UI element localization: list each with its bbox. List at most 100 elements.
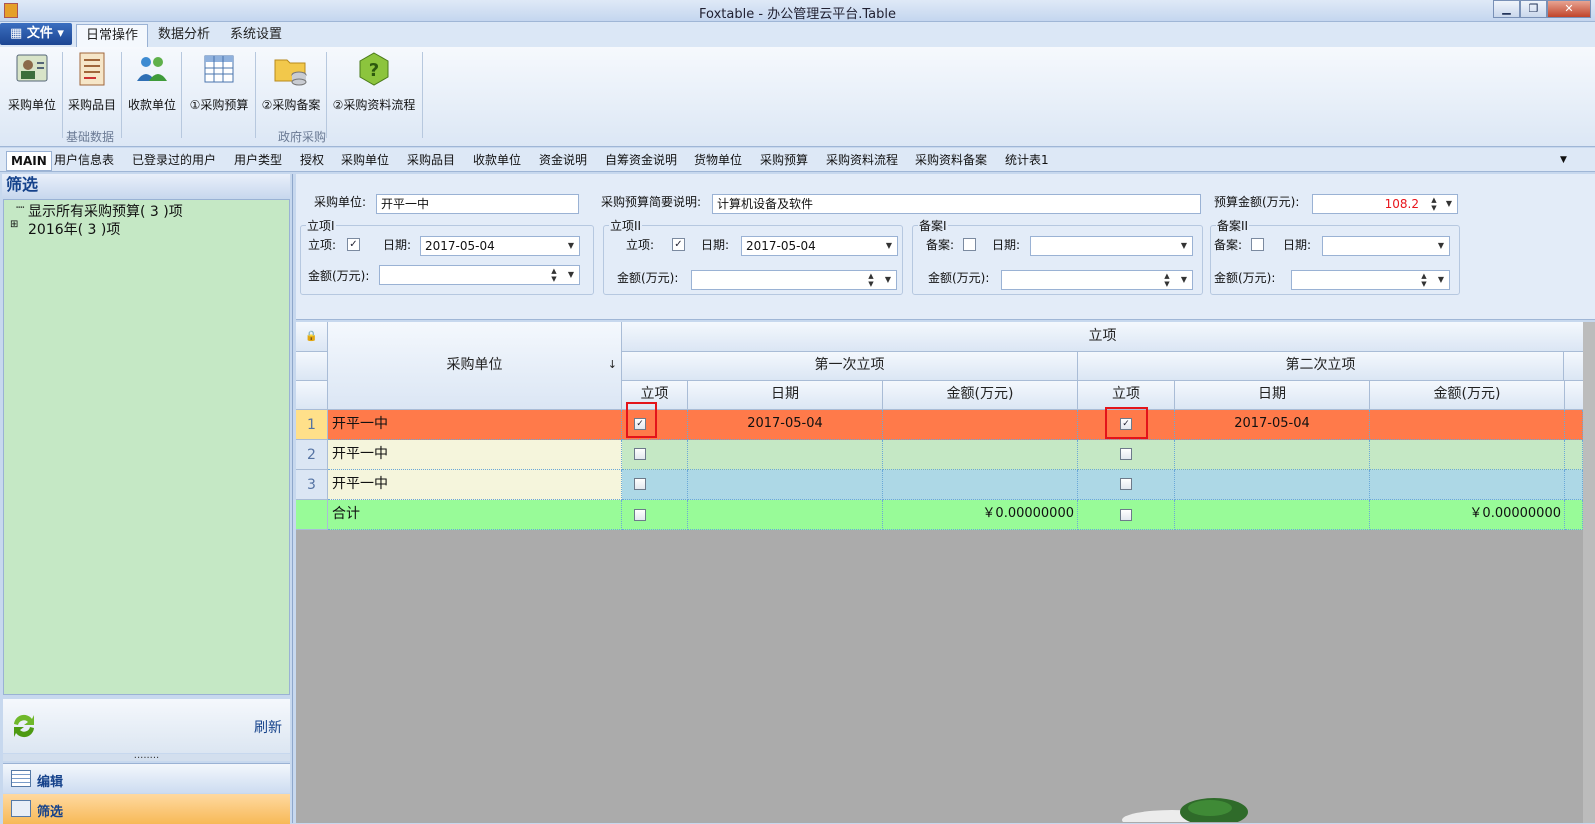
doc-tab[interactable]: 采购品目 xyxy=(407,151,455,169)
doc-tab[interactable]: 采购资料备案 xyxy=(915,151,987,169)
spinner-icon[interactable]: ▲ ▼ xyxy=(1417,271,1431,289)
lixiang-2-amount-field[interactable]: ▲ ▼ ▼ xyxy=(691,270,897,290)
lixiang-1-date-field[interactable]: 2017-05-04 ▼ xyxy=(420,236,580,256)
row3-check1-checkbox[interactable] xyxy=(634,478,646,490)
lixiang-1-amount-field[interactable]: ▲ ▼ ▼ xyxy=(379,265,580,285)
ribbon-button-purchase-items[interactable]: 采购品目 xyxy=(66,51,118,121)
tree-item-all[interactable]: 显示所有采购预算( 3 )项 xyxy=(28,201,183,221)
cell-date2[interactable]: 2017-05-04 xyxy=(1175,410,1370,440)
column-header-date2[interactable]: 日期 xyxy=(1175,381,1370,410)
doc-tab[interactable]: 用户类型 xyxy=(234,151,282,169)
column-header-check2[interactable]: 立项 xyxy=(1078,381,1175,410)
cell-check2[interactable] xyxy=(1078,440,1175,470)
doc-tab[interactable]: 自筹资金说明 xyxy=(605,151,677,169)
column-header-date1[interactable]: 日期 xyxy=(688,381,883,410)
doc-tab[interactable]: 收款单位 xyxy=(473,151,521,169)
doc-tab[interactable]: 授权 xyxy=(300,151,324,169)
cell-date1[interactable] xyxy=(688,440,883,470)
column-header-unit[interactable]: 采购单位 ↓ xyxy=(328,322,622,410)
row-number[interactable]: 1 xyxy=(296,410,328,440)
tab-settings[interactable]: 系统设置 xyxy=(221,24,291,47)
beian-1-amount-field[interactable]: ▲ ▼ ▼ xyxy=(1001,270,1193,290)
beian-1-date-field[interactable]: ▼ xyxy=(1030,236,1193,256)
row-number[interactable]: 2 xyxy=(296,440,328,470)
doc-tab[interactable]: 已登录过的用户 xyxy=(132,151,216,169)
cell-check2[interactable] xyxy=(1078,470,1175,500)
doc-tab[interactable]: 统计表1 xyxy=(1005,151,1049,169)
tab-daily[interactable]: 日常操作 xyxy=(76,24,149,47)
doc-tab[interactable]: 资金说明 xyxy=(539,151,587,169)
spinner-icon[interactable]: ▲ ▼ xyxy=(864,271,878,289)
cell-unit[interactable]: 开平一中 xyxy=(328,440,622,470)
unit-field[interactable]: 开平一中 xyxy=(376,194,579,214)
chevron-down-icon[interactable]: ▼ xyxy=(563,266,579,284)
nav-edit[interactable]: 编辑 xyxy=(3,763,290,793)
chevron-down-icon[interactable]: ▼ xyxy=(1433,237,1449,255)
cell-amount2[interactable] xyxy=(1370,410,1565,440)
beian-2-checkbox[interactable] xyxy=(1251,238,1264,251)
tab-analysis[interactable]: 数据分析 xyxy=(149,24,219,47)
column-header-lixiang[interactable]: 立项 xyxy=(622,322,1584,352)
cell-amount1[interactable] xyxy=(883,470,1078,500)
beian-2-date-field[interactable]: ▼ xyxy=(1322,236,1450,256)
cell-unit[interactable]: 开平一中 xyxy=(328,470,622,500)
spinner-icon[interactable]: ▲ ▼ xyxy=(1160,271,1174,289)
beian-2-amount-field[interactable]: ▲ ▼ ▼ xyxy=(1291,270,1450,290)
doc-tab[interactable]: 货物单位 xyxy=(694,151,742,169)
tabs-overflow-arrow-icon[interactable]: ▼ xyxy=(1560,151,1567,169)
row2-check2-checkbox[interactable] xyxy=(1120,448,1132,460)
vertical-scrollbar[interactable] xyxy=(1583,322,1595,823)
budget-field[interactable]: 108.2 ▲ ▼ ▼ xyxy=(1312,194,1458,214)
cell-date1[interactable]: 2017-05-04 xyxy=(688,410,883,440)
minimize-button[interactable]: ▁ xyxy=(1493,0,1520,18)
doc-tab-main[interactable]: MAIN xyxy=(6,151,52,171)
row2-check1-checkbox[interactable] xyxy=(634,448,646,460)
restore-button[interactable]: ❐ xyxy=(1520,0,1547,18)
chevron-down-icon[interactable]: ▼ xyxy=(1176,237,1192,255)
lixiang-2-checkbox[interactable]: ✓ xyxy=(672,238,685,251)
column-header-second[interactable]: 第二次立项 xyxy=(1078,352,1564,381)
tree-expand-icon[interactable]: ⊞ xyxy=(10,219,18,230)
nav-filter[interactable]: 筛选 xyxy=(3,794,290,824)
ribbon-button-purchase-unit[interactable]: 采购单位 xyxy=(6,51,58,121)
ribbon-button-purchase-flow[interactable]: ? ②采购资料流程 xyxy=(332,51,416,121)
ribbon-button-purchase-budget[interactable]: ①采购预算 xyxy=(188,51,250,121)
refresh-button[interactable]: 刷新 xyxy=(254,717,282,737)
column-header-first[interactable]: 第一次立项 xyxy=(622,352,1078,381)
summary-field[interactable]: 计算机设备及软件 xyxy=(712,194,1201,214)
close-button[interactable]: ✕ xyxy=(1547,0,1591,18)
cell-amount1[interactable] xyxy=(883,440,1078,470)
cell-check1[interactable] xyxy=(622,440,688,470)
beian-1-checkbox[interactable] xyxy=(963,238,976,251)
chevron-down-icon[interactable]: ▼ xyxy=(880,271,896,289)
cell-date1[interactable] xyxy=(688,470,883,500)
spinner-icon[interactable]: ▲ ▼ xyxy=(547,266,561,284)
cell-date2[interactable] xyxy=(1175,440,1370,470)
cell-amount1[interactable] xyxy=(883,410,1078,440)
column-header-amount2[interactable]: 金额(万元) xyxy=(1370,381,1565,410)
splitter-grip[interactable]: ........ xyxy=(3,751,290,761)
ribbon-button-payee-unit[interactable]: 收款单位 xyxy=(126,51,178,121)
cell-check1[interactable] xyxy=(622,470,688,500)
cell-unit[interactable]: 开平一中 xyxy=(328,410,622,440)
cell-amount2[interactable] xyxy=(1370,440,1565,470)
doc-tab[interactable]: 用户信息表 xyxy=(54,151,114,169)
cell-amount2[interactable] xyxy=(1370,470,1565,500)
row-number[interactable]: 3 xyxy=(296,470,328,500)
chevron-down-icon[interactable]: ▼ xyxy=(1176,271,1192,289)
lixiang-1-checkbox[interactable]: ✓ xyxy=(347,238,360,251)
doc-tab[interactable]: 采购资料流程 xyxy=(826,151,898,169)
row3-check2-checkbox[interactable] xyxy=(1120,478,1132,490)
chevron-down-icon[interactable]: ▼ xyxy=(563,237,579,255)
file-menu-button[interactable]: ▦ 文件 ▾ xyxy=(0,23,72,45)
tree-item-year[interactable]: 2016年( 3 )项 xyxy=(28,219,120,239)
lixiang-2-date-field[interactable]: 2017-05-04 ▼ xyxy=(741,236,898,256)
budget-dropdown-arrow-icon[interactable]: ▼ xyxy=(1441,195,1457,213)
chevron-down-icon[interactable]: ▼ xyxy=(1433,271,1449,289)
budget-spinner[interactable]: ▲ ▼ xyxy=(1427,195,1441,213)
column-header-amount1[interactable]: 金额(万元) xyxy=(883,381,1078,410)
cell-date2[interactable] xyxy=(1175,470,1370,500)
doc-tab[interactable]: 采购预算 xyxy=(760,151,808,169)
lock-icon[interactable]: 🔒 xyxy=(296,322,328,352)
doc-tab[interactable]: 采购单位 xyxy=(341,151,389,169)
